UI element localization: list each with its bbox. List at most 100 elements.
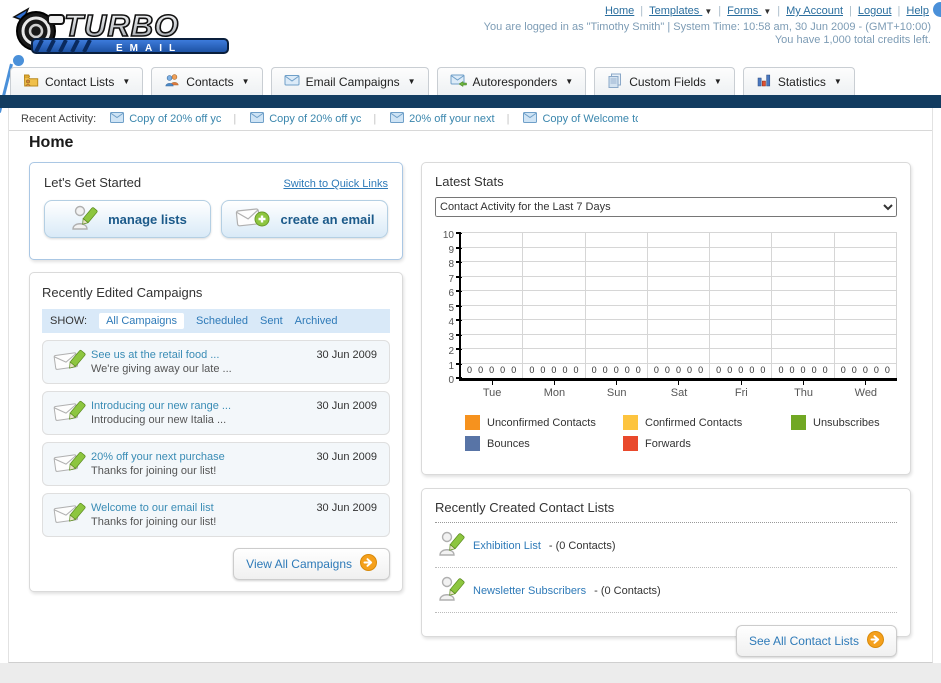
campaign-title-link[interactable]: Welcome to our email list [91, 502, 214, 514]
manage-lists-button[interactable]: manage lists [44, 200, 211, 238]
contact-list-link[interactable]: Newsletter Subscribers [473, 585, 586, 597]
filter-archived[interactable]: Archived [295, 315, 338, 327]
x-tick-mark [678, 381, 680, 385]
chart-column: 00000 [586, 233, 648, 385]
recent-activity-link[interactable]: 20% off your next [409, 113, 494, 125]
campaign-row[interactable]: 20% off your next purchase Thanks for joi… [42, 442, 390, 486]
top-nav-link-home[interactable]: Home [605, 5, 634, 17]
chevron-down-icon: ▼ [763, 7, 772, 16]
filter-scheduled[interactable]: Scheduled [196, 315, 248, 327]
login-line: You are logged in as "Timothy Smith" | S… [483, 21, 931, 33]
x-tick-mark [553, 381, 555, 385]
activity-separator: | [506, 113, 510, 125]
contact-list-link[interactable]: Exhibition List [473, 540, 541, 552]
data-label-value: 0 [789, 365, 795, 375]
data-label-value: 0 [822, 365, 828, 375]
legend-item: Forwards [623, 436, 791, 451]
data-label-value: 0 [800, 365, 806, 375]
page-title: Home [29, 134, 74, 151]
campaign-title-link[interactable]: 20% off your next purchase [91, 451, 225, 463]
recent-activity-link[interactable]: Copy of 20% off yc [129, 113, 221, 125]
y-tick-label: 7 [448, 273, 454, 285]
data-label-value: 0 [489, 365, 495, 375]
data-labels: 00000 [772, 365, 833, 375]
top-nav-link-logout[interactable]: Logout [858, 5, 892, 17]
campaign-row[interactable]: See us at the retail food ... We're givin… [42, 340, 390, 384]
campaign-row[interactable]: Introducing our new range ... Introducing… [42, 391, 390, 435]
nav-separator: | [777, 5, 781, 17]
tab-contact-lists[interactable]: Contact Lists ▼ [10, 67, 144, 95]
campaigns-title: Recently Edited Campaigns [42, 285, 203, 300]
view-all-campaigns-label: View All Campaigns [246, 557, 352, 571]
campaign-date: 30 Jun 2009 [316, 400, 377, 412]
turbo-email-logo: EMAIL TURBO [8, 3, 243, 58]
barchart-icon [756, 72, 772, 91]
person-pencil-icon [68, 203, 98, 236]
filter-sent[interactable]: Sent [260, 315, 283, 327]
y-tick-label: 5 [448, 302, 454, 314]
view-all-campaigns-button[interactable]: View All Campaigns [233, 548, 390, 580]
tab-email-campaigns[interactable]: Email Campaigns ▼ [270, 67, 429, 95]
nav-separator: | [718, 5, 722, 17]
x-tick-mark [865, 381, 867, 385]
data-labels: 00000 [523, 365, 584, 375]
data-labels: 00000 [461, 365, 522, 375]
x-tick-label: Wed [854, 387, 878, 399]
envelope-icon [523, 112, 538, 126]
campaign-title-link[interactable]: Introducing our new range ... [91, 400, 231, 412]
campaign-title-link[interactable]: See us at the retail food ... [91, 349, 219, 361]
campaign-date: 30 Jun 2009 [316, 451, 377, 463]
contact-activity-chart: 0 1 2 3 4 5 6 7 8 9 10 000000000000000000000000000… [435, 230, 897, 386]
campaign-text: 20% off your next purchase Thanks for joi… [91, 450, 225, 478]
data-label-value: 0 [738, 365, 744, 375]
show-label: SHOW: [50, 315, 88, 327]
x-tick-mark [491, 381, 493, 385]
chevron-down-icon: ▼ [565, 77, 574, 86]
contacts-icon [164, 72, 180, 91]
tab-statistics[interactable]: Statistics ▼ [742, 67, 855, 95]
legend-label: Forwards [645, 437, 691, 450]
recent-activity-link[interactable]: Copy of Welcome tc [542, 113, 638, 125]
data-label-value: 0 [749, 365, 755, 375]
y-tick-label: 8 [448, 259, 454, 270]
top-nav-link-my-account[interactable]: My Account [786, 5, 843, 17]
data-label-value: 0 [562, 365, 568, 375]
top-nav: Home | Templates ▼ | Forms ▼ | My Account | Logo… [603, 5, 931, 17]
decorative-pin-right [933, 2, 941, 17]
stats-range-select[interactable]: Contact Activity for the Last 7 Days [435, 197, 897, 217]
chevron-down-icon: ▼ [122, 77, 131, 86]
folder-icon [23, 72, 39, 91]
data-label-value: 0 [591, 365, 597, 375]
data-labels: 00000 [710, 365, 771, 375]
see-all-contact-lists-button[interactable]: See All Contact Lists [735, 625, 897, 657]
x-tick-mark [803, 381, 805, 385]
x-tick-label: Thu [794, 387, 814, 399]
latest-stats-panel: Latest Stats Contact Activity for the La… [421, 162, 911, 475]
top-nav-link-forms[interactable]: Forms ▼ [727, 5, 771, 17]
top-nav-link-help[interactable]: Help [906, 5, 929, 17]
data-label-value: 0 [884, 365, 890, 375]
see-all-contact-lists-label: See All Contact Lists [748, 634, 859, 648]
campaign-text: Introducing our new range ... Introducing… [91, 399, 231, 427]
switch-quick-links-link[interactable]: Switch to Quick Links [283, 178, 388, 190]
chart-column: 00000 [523, 233, 586, 385]
get-started-title: Let's Get Started [44, 175, 142, 190]
envelope-pencil-icon [53, 346, 91, 379]
x-tick-label: Fri [734, 387, 748, 399]
data-label-value: 0 [727, 365, 733, 375]
data-label-value: 0 [529, 365, 535, 375]
top-nav-link-templates[interactable]: Templates ▼ [649, 5, 712, 17]
x-tick-mark [740, 381, 742, 385]
tab-autoresponders[interactable]: Autoresponders ▼ [436, 67, 587, 95]
recent-activity-link[interactable]: Copy of 20% off yc [269, 113, 361, 125]
legend-label: Unconfirmed Contacts [487, 416, 596, 429]
filter-all-campaigns[interactable]: All Campaigns [99, 313, 184, 329]
campaign-text: Welcome to our email list Thanks for join… [91, 501, 216, 529]
campaign-row[interactable]: Welcome to our email list Thanks for join… [42, 493, 390, 537]
tab-contacts[interactable]: Contacts ▼ [151, 67, 263, 95]
data-label-value: 0 [540, 365, 546, 375]
legend-swatch [623, 415, 638, 430]
tab-label: Contact Lists [45, 74, 115, 89]
tab-custom-fields[interactable]: Custom Fields ▼ [594, 67, 735, 95]
create-an-email-button[interactable]: create an email [221, 200, 388, 238]
